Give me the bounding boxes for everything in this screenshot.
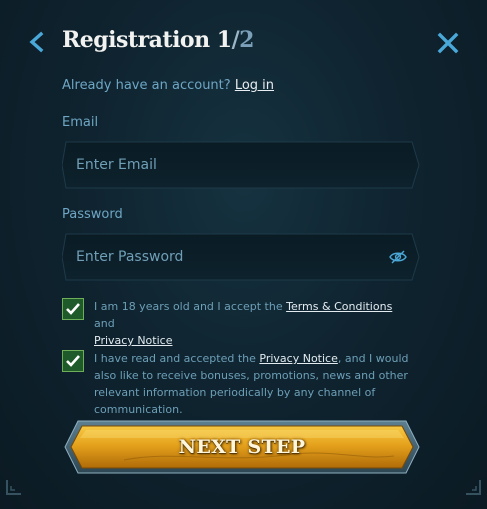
chevron-left-icon [29,31,44,53]
checkmark-icon [66,303,80,315]
email-field-wrapper [62,141,420,189]
password-input[interactable] [76,233,376,281]
checkmark-icon [66,355,80,367]
email-input[interactable] [76,141,376,189]
marketing-checkbox[interactable] [62,350,84,372]
back-button[interactable] [26,31,48,53]
marketing-text: I have read and accepted the Privacy Not… [94,350,414,418]
privacy-notice-link[interactable]: Privacy Notice [94,334,172,347]
consent-1-text-middle: and [94,317,115,330]
corner-ornament-left-icon [6,480,21,495]
terms-conditions-link[interactable]: Terms & Conditions [286,300,392,313]
title-step: Registration 1 [62,27,232,53]
title-separator: / [231,27,240,53]
consent-1-text-before: I am 18 years old and I accept the [94,300,287,313]
login-prompt-text: Already have an account? [62,78,231,93]
password-field-wrapper [62,233,420,281]
privacy-notice-link-2[interactable]: Privacy Notice [259,352,337,365]
page-title: Registration 1/2 [62,27,254,53]
close-icon [437,32,459,54]
close-button[interactable] [436,31,460,55]
corner-ornament-right-icon [466,480,481,495]
login-prompt: Already have an account? Log in [62,78,274,93]
age-terms-text: I am 18 years old and I accept the Terms… [94,298,414,349]
title-total-steps: 2 [239,27,254,53]
registration-dialog: Registration 1/2 Already have an account… [0,0,487,509]
login-link[interactable]: Log in [235,78,274,93]
eye-off-icon [389,250,407,264]
next-step-button[interactable]: NEXT STEP [64,420,420,474]
password-visibility-toggle[interactable] [389,249,407,265]
email-label: Email [62,115,99,130]
password-label: Password [62,207,123,222]
consent-2-text-before: I have read and accepted the [94,352,260,365]
next-step-label: NEXT STEP [178,436,306,458]
age-terms-checkbox[interactable] [62,298,84,320]
